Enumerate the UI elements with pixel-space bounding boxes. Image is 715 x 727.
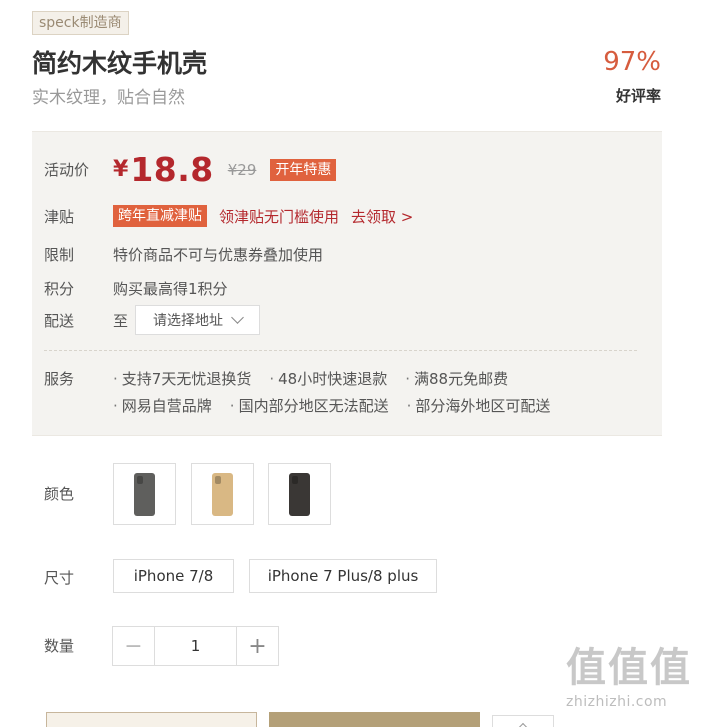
- chevron-down-icon: [231, 311, 244, 324]
- currency-symbol: ¥: [113, 157, 129, 182]
- color-swatch-gray[interactable]: [113, 463, 176, 525]
- limit-text: 特价商品不可与优惠券叠加使用: [113, 246, 324, 264]
- promo-info-panel: 活动价 ¥ 18.8 ¥29 开年特惠 津贴 跨年直减津贴 领津贴无门槛使用 去…: [32, 131, 662, 436]
- phone-case-gray-image: [134, 472, 155, 516]
- size-option-iphone-7-plus-8-plus[interactable]: iPhone 7 Plus/8 plus: [249, 559, 437, 593]
- product-title: 简约木纹手机壳: [32, 49, 208, 78]
- quantity-stepper: − 1 +: [112, 626, 279, 666]
- site-watermark: 值值值 zhizhizhi.com: [566, 644, 706, 710]
- color-swatch-wood[interactable]: [191, 463, 254, 525]
- collapse-icon[interactable]: [492, 715, 554, 727]
- divider: [44, 350, 637, 351]
- subsidy-label: 津贴: [44, 207, 75, 226]
- size-option-label: iPhone 7/8: [133, 567, 214, 585]
- rating-label: 好评率: [615, 87, 661, 105]
- points-label: 积分: [44, 280, 75, 298]
- color-swatch-black[interactable]: [268, 463, 331, 525]
- rating-percent: 97%: [603, 47, 661, 77]
- quantity-increase-button[interactable]: +: [236, 627, 278, 665]
- add-to-cart-button[interactable]: [269, 712, 480, 727]
- size-option-label: iPhone 7 Plus/8 plus: [267, 567, 419, 585]
- watermark-url: zhizhizhi.com: [566, 694, 668, 710]
- price-label: 活动价: [44, 161, 90, 179]
- subsidy-badge: 跨年直减津贴: [113, 205, 207, 227]
- size-label: 尺寸: [44, 569, 75, 587]
- quantity-value[interactable]: 1: [155, 627, 236, 665]
- limit-label: 限制: [44, 246, 75, 264]
- points-row: 积分 购买最高得1积分: [44, 278, 228, 299]
- delivery-label: 配送: [44, 311, 75, 330]
- original-price: ¥29: [227, 160, 257, 179]
- service-item: 支持7天无忧退换货: [113, 368, 252, 389]
- service-item: 48小时快速退款: [269, 368, 387, 389]
- buy-now-button[interactable]: [46, 712, 257, 727]
- maker-tag: speck制造商: [32, 11, 129, 35]
- price-badge: 开年特惠: [270, 158, 337, 181]
- color-label: 颜色: [44, 485, 75, 503]
- phone-case-black-image: [289, 472, 310, 516]
- size-option-iphone-7-8[interactable]: iPhone 7/8: [113, 559, 234, 593]
- subsidy-claim-link[interactable]: 去领取 >: [351, 206, 413, 227]
- subsidy-text: 领津贴无门槛使用: [219, 207, 340, 226]
- service-item: 满88元免邮费: [405, 368, 508, 389]
- service-item: 部分海外地区可配送: [407, 395, 550, 416]
- price-row: 活动价 ¥ 18.8 ¥29 开年特惠: [44, 150, 337, 189]
- current-price: 18.8: [130, 150, 214, 189]
- address-select-label: 请选择地址: [153, 313, 224, 329]
- product-subtitle: 实木纹理，贴合自然: [32, 88, 185, 108]
- delivery-row: 配送 至 请选择地址: [44, 305, 261, 335]
- watermark-logo: 值值值: [566, 645, 692, 691]
- phone-case-wood-image: [212, 472, 233, 516]
- rating-block: 97% 好评率: [603, 47, 661, 106]
- service-item: 网易自营品牌: [113, 395, 212, 416]
- service-row: 服务 支持7天无忧退换货 48小时快速退款 满88元免邮费 网易自营品牌 国内部…: [44, 368, 633, 416]
- quantity-label: 数量: [44, 637, 75, 655]
- service-list: 支持7天无忧退换货 48小时快速退款 满88元免邮费 网易自营品牌 国内部分地区…: [113, 368, 633, 416]
- limit-row: 限制 特价商品不可与优惠券叠加使用: [44, 244, 323, 265]
- delivery-to: 至: [113, 311, 129, 330]
- service-item: 国内部分地区无法配送: [230, 395, 389, 416]
- subsidy-row: 津贴 跨年直减津贴 领津贴无门槛使用 去领取 >: [44, 205, 413, 227]
- quantity-decrease-button[interactable]: −: [113, 627, 155, 665]
- address-select[interactable]: 请选择地址: [135, 305, 261, 335]
- points-text: 购买最高得1积分: [113, 280, 228, 298]
- service-label: 服务: [44, 370, 75, 388]
